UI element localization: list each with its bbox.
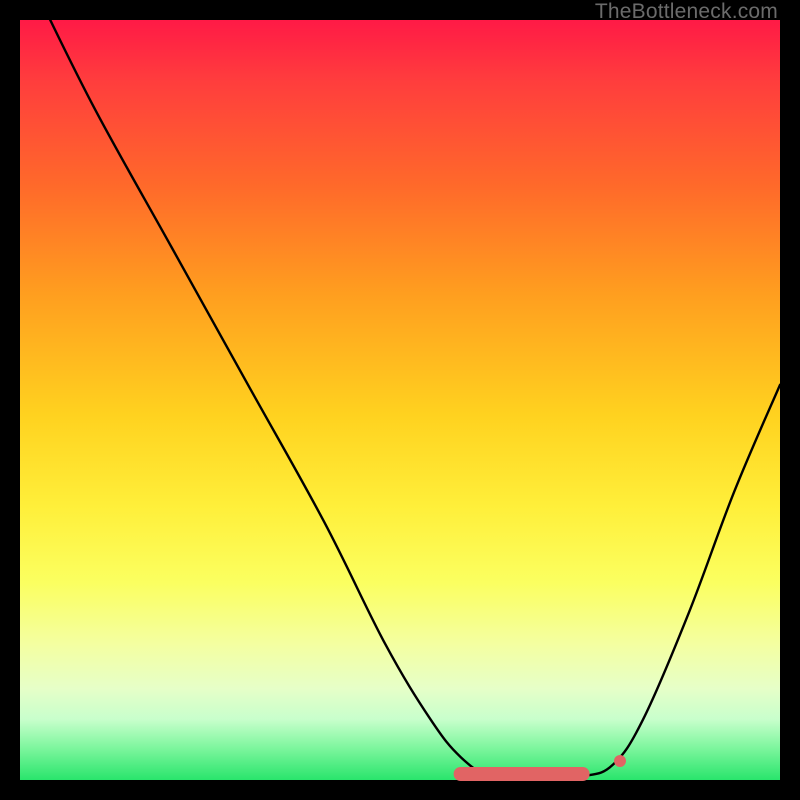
marker-point: [614, 755, 626, 767]
optimal-range-marker: [453, 767, 590, 781]
watermark-text: TheBottleneck.com: [595, 0, 778, 24]
bottleneck-curve: [20, 20, 780, 780]
